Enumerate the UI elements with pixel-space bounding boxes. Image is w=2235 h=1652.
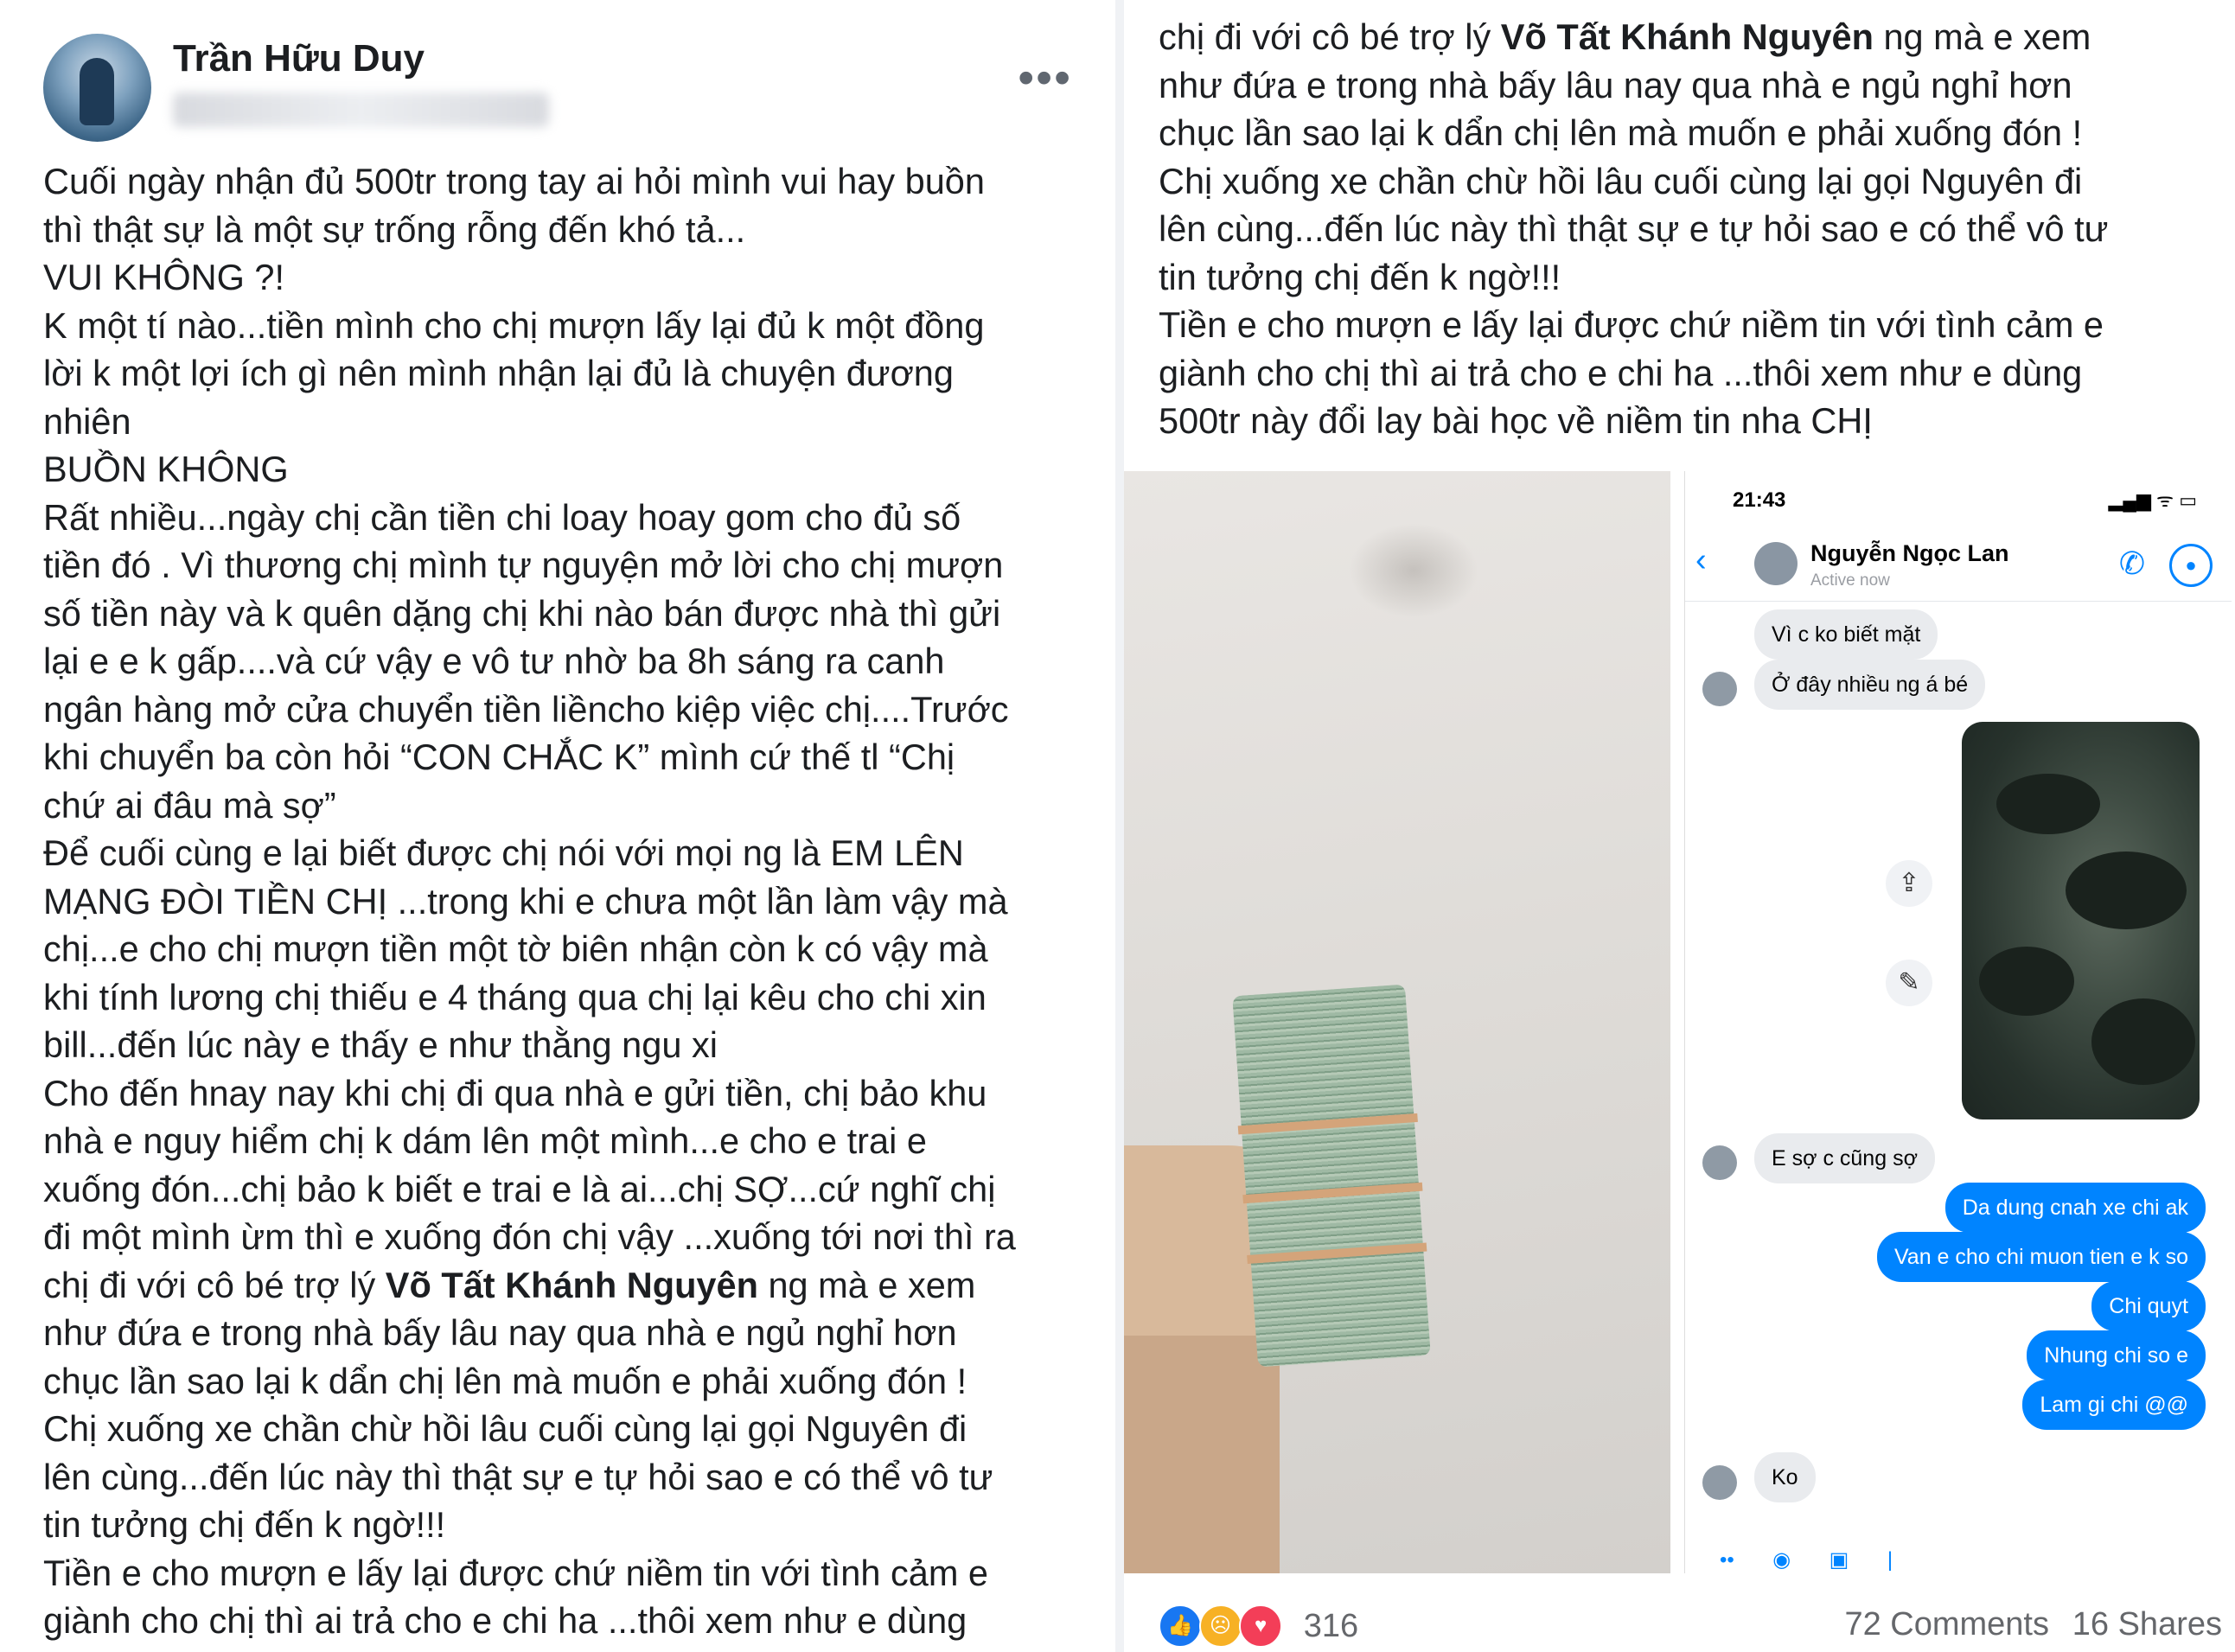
message-bubble-sent: Da dung cnah xe chi ak bbox=[1944, 1183, 2206, 1233]
sender-avatar bbox=[1702, 1465, 1737, 1500]
messenger-screenshot[interactable]: 21:43 ▂▄▆ ᯤ ▭ ‹ Nguyễn Ngọc Lan Active n… bbox=[1684, 471, 2232, 1573]
chat-photo-tree[interactable] bbox=[1962, 722, 2200, 1119]
post-right-panel: chị đi với cô bé trợ lý Võ Tất Khánh Ngu… bbox=[1124, 0, 2235, 1652]
phone-icon[interactable]: ✆ bbox=[2119, 545, 2145, 582]
author-avatar[interactable] bbox=[43, 34, 151, 142]
status-bar: 21:43 ▂▄▆ ᯤ ▭ bbox=[1685, 471, 2232, 523]
mentioned-name[interactable]: Võ Tất Khánh Nguyên bbox=[1501, 16, 1874, 57]
sender-avatar bbox=[1702, 672, 1737, 706]
message-composer[interactable]: •• ◉ ▣ | bbox=[1685, 1547, 2232, 1573]
message-bubble-sent: Van e cho chi muon tien e k so bbox=[1876, 1232, 2206, 1282]
message-bubble-sent: Chi quyt bbox=[2091, 1281, 2206, 1331]
camera-icon[interactable]: ◉ bbox=[1772, 1547, 1791, 1572]
message-bubble: E sợ c cũng sợ bbox=[1754, 1133, 1935, 1183]
like-reaction-icon: 👍 bbox=[1159, 1604, 1202, 1648]
post-text-part-1: chị đi với cô bé trợ lý bbox=[1159, 16, 1501, 57]
contact-avatar[interactable] bbox=[1754, 542, 1798, 585]
money-photo[interactable] bbox=[1124, 471, 1670, 1573]
post-footer: 👍 ☹ ♥ 316 72 Comments 16 Shares bbox=[1159, 1599, 2222, 1648]
shares-count[interactable]: 16 Shares bbox=[2072, 1606, 2222, 1643]
back-icon[interactable]: ‹ bbox=[1695, 542, 1707, 579]
gallery-icon[interactable]: ▣ bbox=[1830, 1547, 1849, 1572]
signal-wifi-battery-icon: ▂▄▆ ᯤ ▭ bbox=[2108, 489, 2197, 511]
share-icon[interactable]: ⇪ bbox=[1886, 860, 1932, 907]
post-left-panel: Trần Hữu Duy ••• Cuối ngày nhận đủ 500tr… bbox=[0, 0, 1115, 1652]
rubber-band bbox=[1247, 1242, 1427, 1265]
love-reaction-icon: ♥ bbox=[1239, 1604, 1283, 1648]
mic-icon[interactable]: | bbox=[1887, 1548, 1893, 1572]
message-bubble: Ko bbox=[1754, 1452, 1816, 1502]
reactions-summary[interactable]: 👍 ☹ ♥ 316 bbox=[1159, 1604, 1358, 1648]
message-bubble-sent: Nhung chi so e bbox=[2027, 1330, 2206, 1381]
banknote-stack bbox=[1232, 984, 1431, 1368]
sad-reaction-icon: ☹ bbox=[1198, 1604, 1242, 1648]
edit-icon[interactable]: ✎ bbox=[1886, 960, 1932, 1006]
contact-name[interactable]: Nguyễn Ngọc Lan bbox=[1810, 540, 2009, 567]
post-timestamp-blurred bbox=[173, 92, 549, 127]
message-bubble-sent: Lam gi chi @@ bbox=[2022, 1380, 2206, 1430]
mentioned-name[interactable]: Võ Tất Khánh Nguyên bbox=[386, 1265, 758, 1305]
reaction-count[interactable]: 316 bbox=[1304, 1608, 1358, 1645]
post-body-text: Cuối ngày nhận đủ 500tr trong tay ai hỏi… bbox=[43, 157, 1102, 1645]
post-header: Trần Hữu Duy ••• bbox=[43, 30, 1098, 143]
video-call-icon[interactable]: ● bbox=[2169, 544, 2213, 587]
post-body-text-continued: chị đi với cô bé trợ lý Võ Tất Khánh Ngu… bbox=[1159, 13, 2231, 445]
post-text-part-1: Cuối ngày nhận đủ 500tr trong tay ai hỏi… bbox=[43, 161, 1016, 1305]
rubber-band bbox=[1242, 1182, 1423, 1204]
comments-count[interactable]: 72 Comments bbox=[1844, 1606, 2049, 1643]
post-text-part-2: ng mà e xem như đứa e trong nhà bấy lâu … bbox=[43, 1264, 993, 1642]
more-options-icon[interactable]: •• bbox=[1720, 1548, 1734, 1572]
wall-stain bbox=[1349, 523, 1478, 618]
rubber-band bbox=[1237, 1113, 1418, 1135]
active-status: Active now bbox=[1810, 571, 1890, 590]
status-time: 21:43 bbox=[1733, 488, 1786, 512]
author-name[interactable]: Trần Hữu Duy bbox=[173, 37, 425, 80]
sender-avatar bbox=[1702, 1145, 1737, 1180]
message-bubble: Vì c ko biết mặt bbox=[1754, 609, 1938, 660]
ellipsis-icon[interactable]: ••• bbox=[1018, 51, 1072, 105]
message-bubble: Ở đây nhiều ng á bé bbox=[1754, 660, 1986, 710]
post-text-part-2: ng mà e xem như đứa e trong nhà bấy lâu … bbox=[1159, 16, 2109, 441]
chat-header: ‹ Nguyễn Ngọc Lan Active now ✆ ● bbox=[1685, 523, 2232, 602]
